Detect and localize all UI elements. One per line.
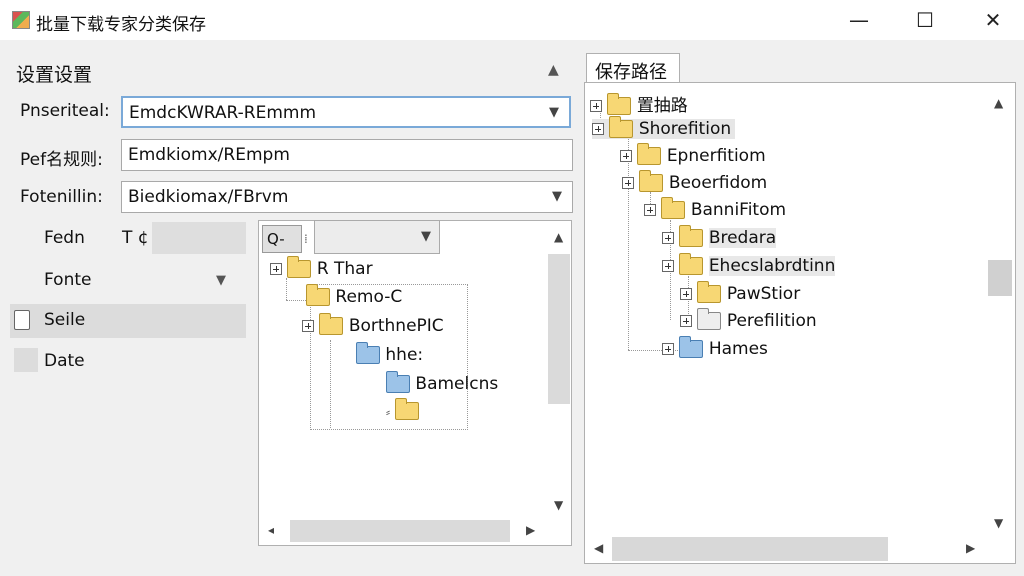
expand-icon[interactable] — [592, 123, 604, 135]
right-hscroll-thumb[interactable] — [612, 537, 888, 561]
date-icon — [14, 348, 38, 372]
middle-hscroll-thumb[interactable] — [290, 520, 510, 542]
chevron-down-icon[interactable]: ▼ — [421, 229, 431, 244]
feed-field[interactable] — [152, 222, 246, 254]
maximize-button[interactable]: ☐ — [902, 0, 948, 40]
window-title: 批量下载专家分类保存 — [36, 15, 206, 35]
tree-line — [286, 278, 287, 300]
right-tree-node[interactable]: PawStior — [680, 281, 800, 304]
folder-blue-icon — [386, 371, 410, 393]
folder-icon — [679, 253, 704, 275]
tree-node[interactable]: Remo-C — [306, 284, 402, 307]
tree-node[interactable]: hhe: — [356, 342, 423, 365]
row1-combo[interactable]: EmdcKWRAR-REmmm ▼ — [121, 96, 571, 128]
expand-icon[interactable] — [590, 100, 602, 112]
feed-label: Fedn — [44, 228, 85, 248]
scroll-left-icon[interactable]: ◀ — [594, 541, 603, 555]
folder-blue-icon — [679, 336, 704, 358]
app-icon — [12, 11, 30, 29]
filter-combo[interactable]: ▼ — [314, 220, 440, 254]
expand-icon[interactable] — [680, 288, 692, 300]
seile-label: Seile — [44, 310, 86, 330]
tree-node[interactable]: R Thar — [270, 256, 373, 279]
row1-label: Pnseriteal: — [20, 101, 110, 121]
folder-icon — [607, 93, 632, 115]
right-vscroll-thumb[interactable] — [988, 260, 1012, 296]
row3-label: Fotenillin: — [20, 187, 103, 207]
scroll-right-icon[interactable]: ▶ — [966, 541, 975, 555]
scroll-up-icon[interactable]: ▲ — [554, 230, 563, 244]
chevron-down-icon[interactable]: ▼ — [216, 273, 226, 288]
expand-icon[interactable] — [620, 150, 632, 162]
search-button[interactable]: Q- — [262, 225, 302, 253]
minimize-button[interactable]: — — [836, 0, 882, 40]
row3-combo[interactable]: Biedkiomax/FBrvm ▼ — [121, 181, 573, 213]
scroll-right-icon[interactable]: ▶ — [526, 523, 535, 537]
close-button[interactable]: ✕ — [970, 0, 1016, 40]
right-tree-node[interactable]: Epnerfitiom — [620, 143, 766, 166]
scroll-left-icon[interactable]: ◂ — [268, 523, 274, 537]
scroll-down-icon[interactable]: ▼ — [994, 516, 1003, 530]
expand-icon[interactable] — [680, 315, 692, 327]
right-tree-node[interactable]: BanniFitom — [644, 197, 786, 220]
date-label: Date — [44, 351, 85, 371]
document-icon — [14, 310, 30, 330]
expand-icon[interactable] — [662, 343, 674, 355]
folder-icon — [319, 313, 344, 335]
folder-blue-icon — [356, 342, 380, 364]
folder-icon — [609, 116, 634, 138]
folder-icon — [637, 143, 662, 165]
right-tree-node[interactable]: Hames — [662, 336, 768, 359]
expand-icon[interactable] — [644, 204, 656, 216]
folder-icon — [697, 281, 722, 303]
folder-icon — [661, 197, 686, 219]
chevron-down-icon[interactable]: ▼ — [552, 182, 562, 212]
expand-icon[interactable] — [662, 260, 674, 272]
row1-value: EmdcKWRAR-REmmm — [129, 103, 317, 123]
tree-line — [286, 300, 306, 301]
right-tree-node[interactable]: Ehecslabrdtinn — [662, 253, 836, 276]
folder-gray-icon — [697, 308, 722, 330]
fonte-label: Fonte — [44, 270, 92, 290]
expand-icon[interactable] — [622, 177, 634, 189]
middle-vscroll-thumb[interactable] — [548, 254, 570, 404]
folder-icon — [679, 225, 704, 247]
row2-input[interactable]: Emdkiomx/REmpm — [121, 139, 573, 171]
right-tree-node[interactable]: Perefilition — [680, 308, 817, 331]
tab-save-path[interactable]: 保存路径 — [586, 53, 680, 83]
folder-icon — [639, 170, 664, 192]
chevron-down-icon[interactable]: ▼ — [549, 98, 559, 126]
right-tree-node[interactable]: 置抽路 — [590, 91, 688, 116]
expand-icon[interactable]: ⸗ — [386, 405, 390, 419]
separator-icon: ⁞ — [304, 232, 308, 246]
right-tree-node[interactable]: Bredara — [662, 225, 777, 248]
collapse-up-icon[interactable]: ▲ — [548, 62, 559, 78]
tree-node[interactable]: Bamelcns — [386, 371, 498, 394]
expand-icon[interactable] — [270, 263, 282, 275]
tree-node[interactable]: BorthnePIC — [302, 313, 444, 336]
right-tree-node[interactable]: Beoerfidom — [622, 170, 767, 193]
settings-header: 设置设置 — [16, 64, 93, 86]
tree-node[interactable]: ⸗ — [386, 398, 420, 421]
row3-value: Biedkiomax/FBrvm — [128, 187, 289, 207]
expand-icon[interactable] — [662, 232, 674, 244]
scroll-down-icon[interactable]: ▼ — [554, 498, 563, 512]
feed-icon: T ¢ — [122, 228, 149, 248]
tree-line — [628, 138, 629, 350]
folder-icon — [287, 256, 312, 278]
folder-icon — [395, 398, 420, 420]
expand-icon[interactable] — [302, 320, 314, 332]
scroll-up-icon[interactable]: ▲ — [994, 96, 1003, 110]
right-tree-node-selected[interactable]: Shorefition — [592, 116, 736, 139]
folder-icon — [306, 284, 330, 306]
row2-label: Pef名规则: — [20, 150, 103, 170]
row2-value: Emdkiomx/REmpm — [128, 145, 290, 165]
tree-line — [330, 340, 331, 428]
